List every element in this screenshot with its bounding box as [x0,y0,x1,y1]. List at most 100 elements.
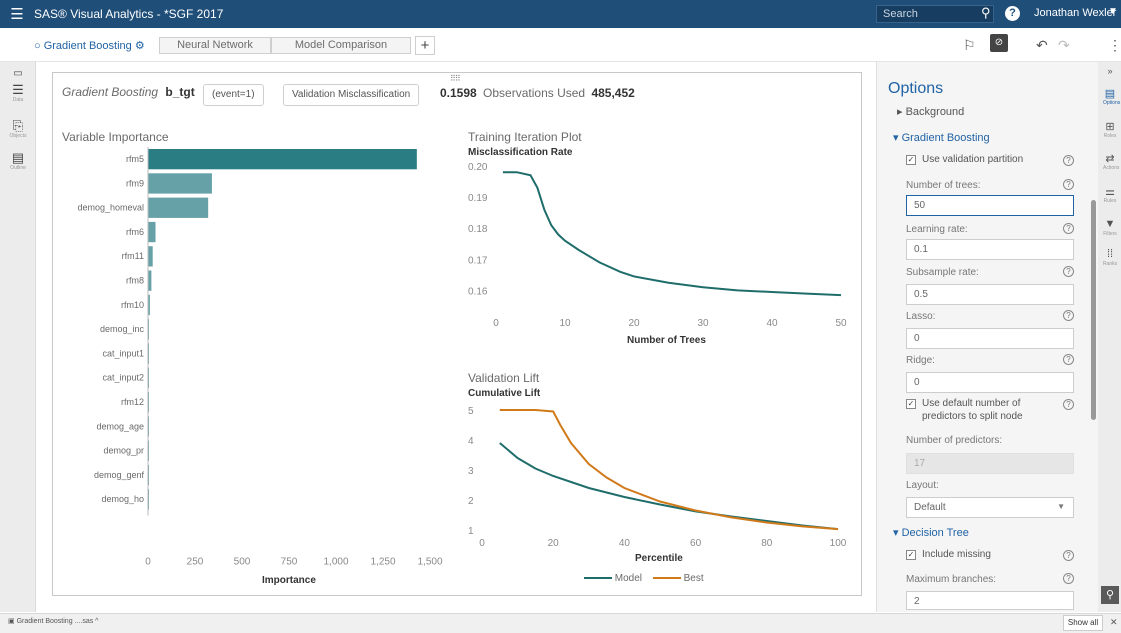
legend-best-label: Best [683,573,704,584]
x-tick-label: 500 [234,557,251,568]
learning-rate-input[interactable]: 0.1 [906,239,1074,260]
subsample-label: Subsample rate: [906,267,979,278]
lift-x-axis-title: Percentile [635,553,683,564]
undo-icon[interactable]: ↶ [1036,37,1048,54]
x-tick-label: 1,250 [370,557,395,568]
help-icon[interactable]: ? [1063,354,1074,365]
rail-label-outline: Outline [10,165,26,171]
data-icon[interactable]: ☰ [8,82,28,98]
tab-neural-network[interactable]: Neural Network [159,37,271,54]
metric-summary: 0.1598 Observations Used 485,452 [440,86,635,100]
tab-gradient-boosting[interactable]: ○ Gradient Boosting ⚙ [34,37,145,54]
category-label: rfm11 [122,251,144,261]
category-label: rfm8 [126,276,144,286]
search-input[interactable]: Search [876,5,994,23]
roles-icon[interactable]: ⊞ [1103,120,1117,133]
rules-icon[interactable]: ⚌ [1103,185,1117,198]
help-icon[interactable]: ? [1063,310,1074,321]
help-icon[interactable]: ? [1005,6,1020,21]
help-icon[interactable]: ? [1063,223,1074,234]
collapse-rail-icon[interactable]: ▭ [8,68,28,79]
default-predictors-label-1: Use default number of [922,398,1021,409]
y-tick-label: 0.17 [468,255,488,266]
help-icon[interactable]: ? [1063,266,1074,277]
y-tick-label: 2 [468,496,474,507]
category-label: cat_input1 [102,348,144,358]
ranks-icon[interactable]: ⁞⁞ [1103,248,1117,260]
expand-panel-icon[interactable]: » [1103,66,1117,76]
x-tick-label: 100 [830,538,847,549]
y-tick-label: 0.19 [468,193,488,204]
layout-select-value: Default [914,502,946,513]
add-page-button[interactable]: + [415,36,435,55]
options-scrollbar[interactable] [1091,200,1096,420]
metric-dropdown[interactable]: Validation Misclassification [283,84,420,106]
training-x-axis-title: Number of Trees [627,335,706,346]
drag-handle-icon[interactable]: ⠿⠿ [450,74,461,83]
user-name[interactable]: Jonathan Wexler [1034,7,1116,19]
category-label: rfm5 [126,154,144,164]
right-rail-label-options: Options [1103,100,1121,106]
help-icon[interactable]: ? [1063,399,1074,410]
model-name: Gradient Boosting [62,85,159,99]
help-icon[interactable]: ? [1063,179,1074,190]
chevron-up-icon[interactable]: ^ [93,618,98,625]
close-icon[interactable]: ✕ [1110,617,1118,628]
right-rail-label-filters: Filters [1103,231,1117,237]
npred-input: 17 [906,453,1074,474]
right-rail-label-ranks: Ranks [1103,261,1118,267]
options-tab-icon[interactable]: ▤ [1103,87,1117,100]
right-rail-label-roles: Roles [1103,133,1117,139]
options-title: Options [888,80,944,97]
tab-menu-icon[interactable]: ⚙ [132,40,145,52]
background-section[interactable]: ▸ Background [897,105,964,118]
trees-input[interactable]: 50 [906,195,1074,216]
gradient-boosting-section[interactable]: ▾ Gradient Boosting [893,131,990,144]
pin-icon[interactable]: ⚲ [1101,586,1119,604]
search-icon[interactable]: ⚲ [981,5,991,21]
bar [148,246,153,267]
trees-label: Number of trees: [906,180,981,191]
tab-dot-icon: ○ [34,40,44,52]
y-tick-label: 0.20 [468,162,488,173]
default-predictors-checkbox[interactable]: ✓ [906,399,916,409]
decision-tree-section[interactable]: ▾ Decision Tree [893,526,969,539]
help-icon[interactable]: ? [1063,155,1074,166]
event-button[interactable]: (event=1) [203,84,264,106]
lift-legend: Model Best [584,573,704,584]
more-options-icon[interactable]: ⋮ [1108,37,1121,54]
chevron-down-icon[interactable]: ▼ [1108,6,1118,17]
lasso-input[interactable]: 0 [906,328,1074,349]
x-tick-label: 40 [766,318,778,329]
include-missing-checkbox[interactable]: ✓ [906,550,916,560]
filters-icon[interactable]: ▼ [1103,218,1117,230]
redo-icon[interactable]: ↷ [1058,37,1070,54]
ridge-input[interactable]: 0 [906,372,1074,393]
tab-model-comparison[interactable]: Model Comparison [271,37,411,54]
layout-select[interactable]: Default ▼ [906,497,1074,518]
download-bar [0,613,1121,633]
x-tick-label: 1,000 [323,557,348,568]
auto-update-icon[interactable]: ⊘ [990,34,1008,52]
category-label: cat_input2 [102,373,144,383]
help-icon[interactable]: ? [1063,573,1074,584]
right-rail [1098,62,1121,612]
pin-wand-icon[interactable]: ⚐ [963,37,976,54]
objects-icon[interactable]: ⎘ [8,118,28,134]
actions-icon[interactable]: ⇄ [1103,152,1117,165]
subsample-input[interactable]: 0.5 [906,284,1074,305]
category-label: demog_inc [100,324,145,334]
app-title: SAS® Visual Analytics - *SGF 2017 [34,7,224,21]
show-all-button[interactable]: Show all [1063,615,1103,631]
download-item[interactable]: ▣ Gradient Boosting ....sas ^ [8,617,98,625]
use-validation-checkbox[interactable]: ✓ [906,155,916,165]
hamburger-menu-icon[interactable]: ☰ [0,5,34,23]
max-branches-input[interactable]: 2 [906,591,1074,610]
x-tick-label: 1,500 [417,557,442,568]
outline-icon[interactable]: ▤ [8,150,28,166]
help-icon[interactable]: ? [1063,550,1074,561]
use-validation-label: Use validation partition [922,154,1024,165]
right-rail-label-rules: Rules [1103,198,1117,204]
bar [148,149,417,170]
y-tick-label: 0.16 [468,286,488,297]
